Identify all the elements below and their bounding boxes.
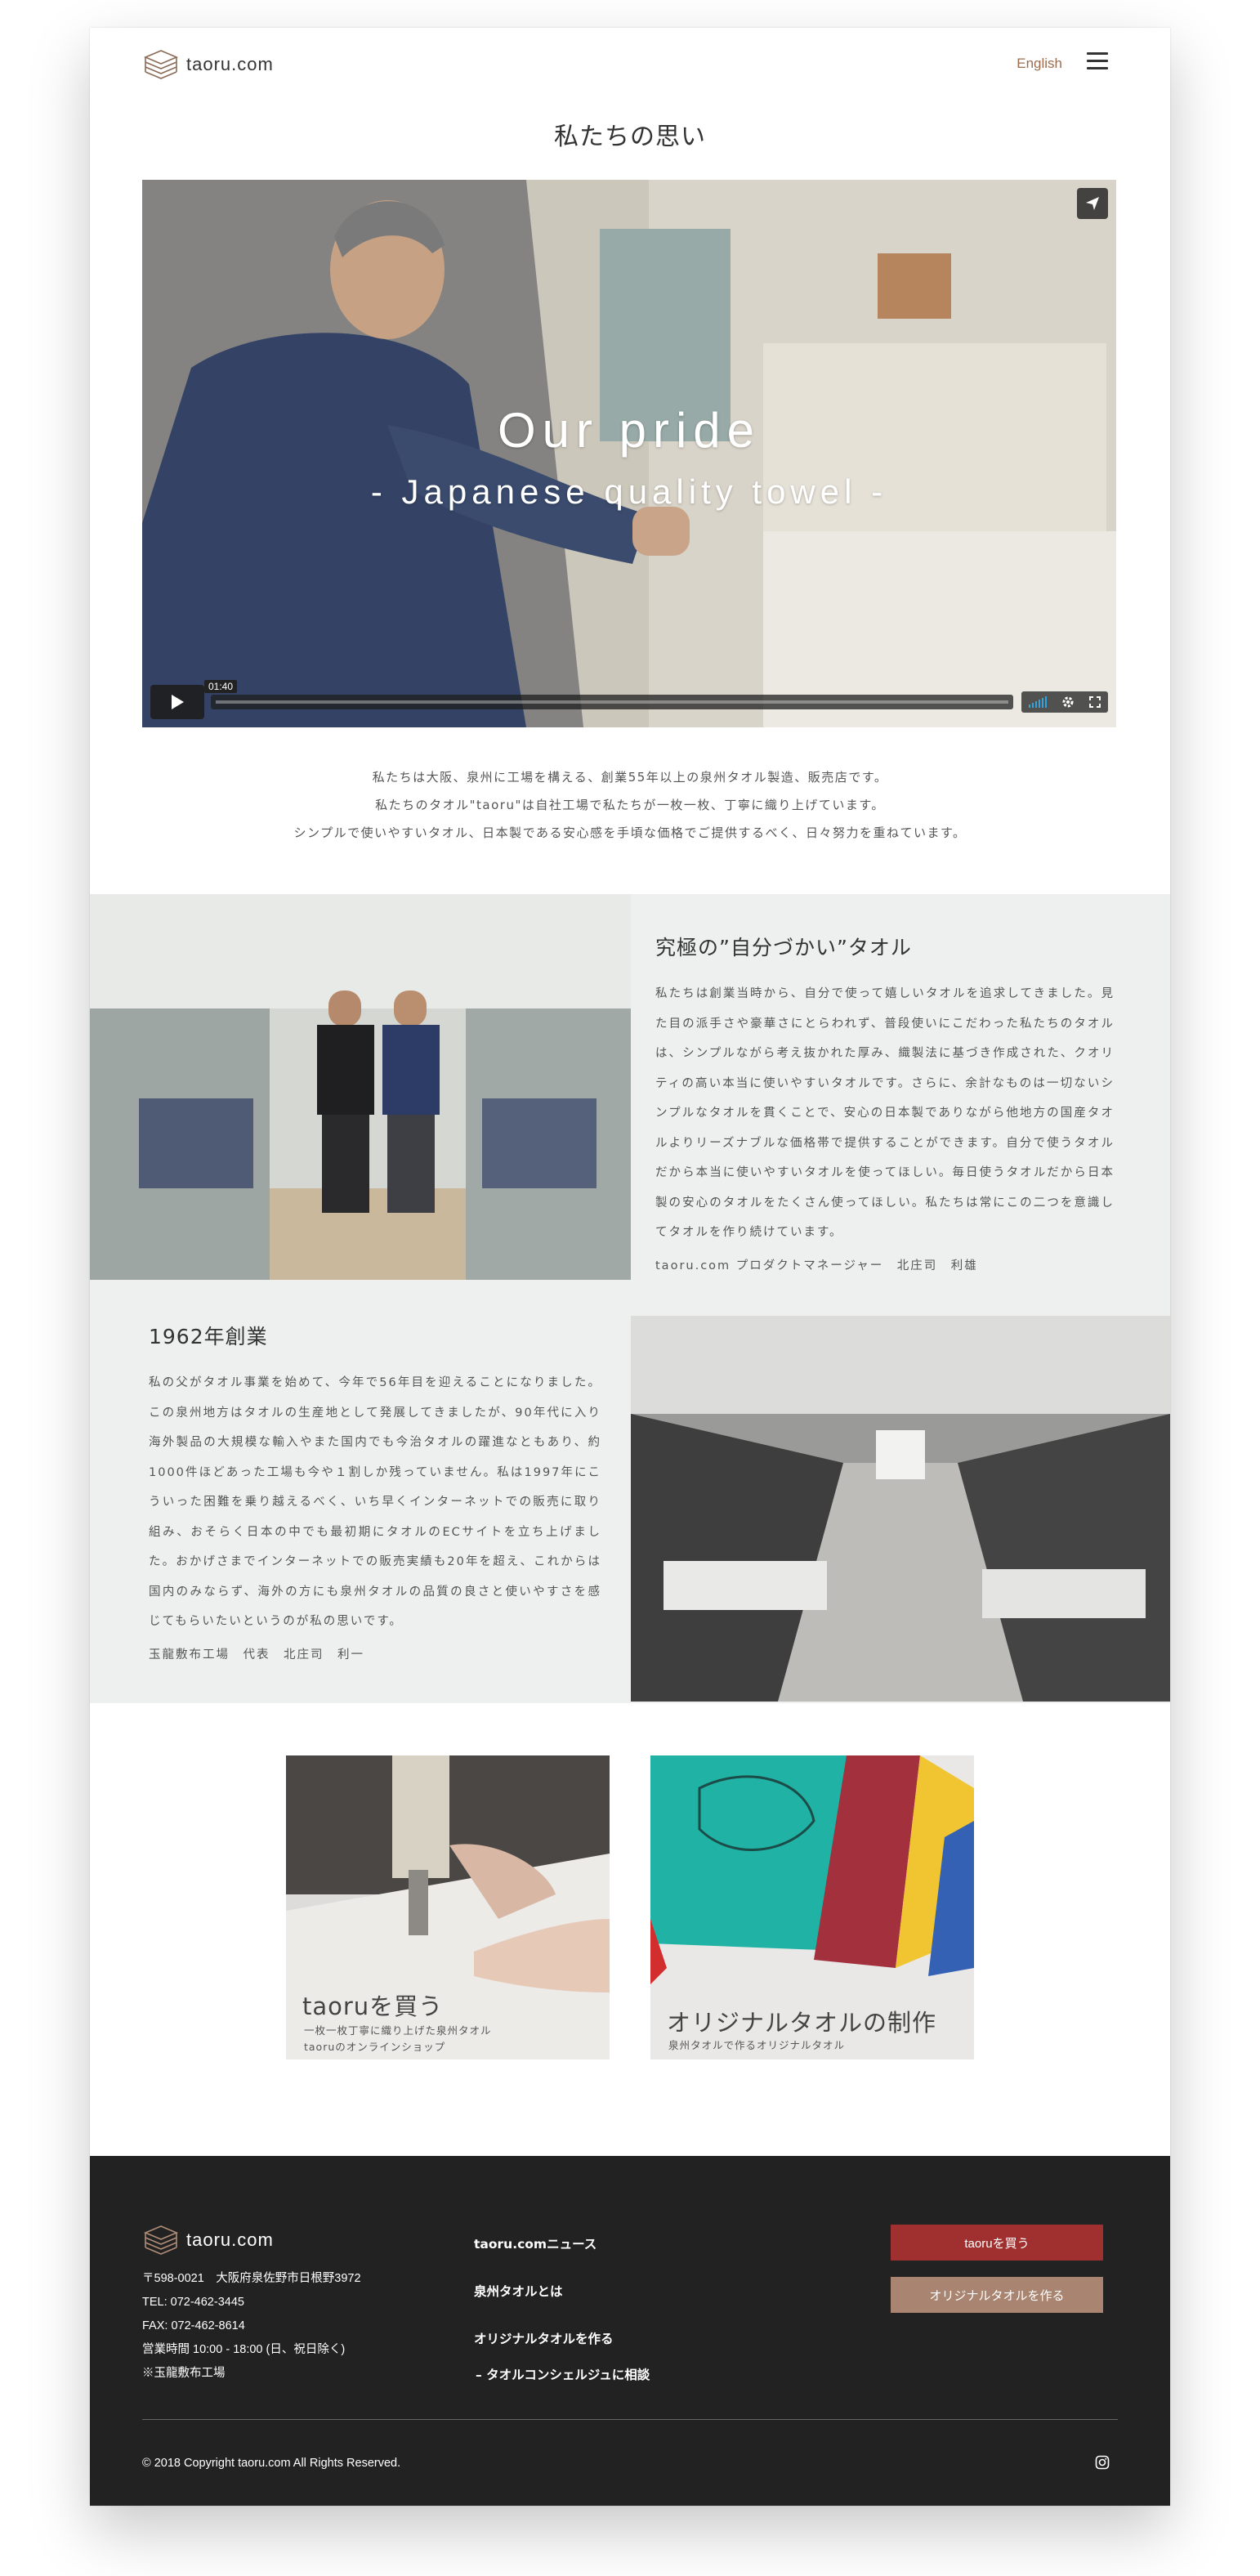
video-progress-bar[interactable] <box>211 695 1013 709</box>
play-icon <box>172 695 184 709</box>
fax-line: FAX: 072-462-8614 <box>142 2319 245 2332</box>
footer-link-about-senshu[interactable]: 泉州タオルとは <box>474 2282 650 2300</box>
vintage-factory-photo <box>631 1316 1170 1702</box>
logo-text: taoru.com <box>186 54 274 74</box>
intro-text: 私たちは大阪、泉州に工場を構える、創業55年以上の泉州タオル製造、販売店です。 … <box>90 763 1170 847</box>
instagram-icon[interactable] <box>1095 2455 1110 2470</box>
footer-link-concierge[interactable]: – タオルコンシェルジュに相談 <box>474 2365 650 2383</box>
page-title: 私たちの思い <box>554 123 706 151</box>
footer-nav: taoru.comニュース 泉州タオルとは オリジナルタオルを作る – タオルコ… <box>474 2234 650 2413</box>
footer-divider <box>142 2419 1118 2420</box>
footer-logo-text: taoru.com <box>186 2229 274 2250</box>
site-footer: taoru.com 〒598-0021 大阪府泉佐野市日根野3972 TEL: … <box>90 2156 1170 2506</box>
copyright: © 2018 Copyright taoru.com All Rights Re… <box>142 2457 401 2470</box>
make-original-towel-button[interactable]: オリジナルタオルを作る <box>891 2277 1103 2313</box>
section1-text: 究極の”自分づかい”タオル 私たちは創業当時から、自分で使って嬉しいタオルを追求… <box>655 932 1115 1273</box>
page: taoru.com English 私たちの思い Our pride - Jap… <box>90 28 1170 2506</box>
volume-icon[interactable] <box>1029 696 1047 708</box>
factory-staff-photo <box>90 894 631 1280</box>
buy-taoru-button[interactable]: taoruを買う <box>891 2225 1103 2261</box>
factory-line: ※玉龍敷布工場 <box>142 2367 226 2380</box>
address-line: 〒598-0021 大阪府泉佐野市日根野3972 <box>142 2272 361 2285</box>
section1-body: 私たちは創業当時から、自分で使って嬉しいタオルを追求してきました。見た目の派手さ… <box>655 987 1115 1239</box>
site-logo[interactable]: taoru.com <box>142 46 274 83</box>
video-player[interactable]: Our pride - Japanese quality towel - 01:… <box>142 180 1116 727</box>
english-link[interactable]: English <box>1016 56 1062 72</box>
footer-link-make-original[interactable]: オリジナルタオルを作る <box>474 2329 650 2347</box>
fullscreen-icon[interactable] <box>1089 696 1101 708</box>
link-cards: taoruを買う 一枚一枚丁寧に織り上げた泉州タオル taoruのオンラインショ… <box>90 1755 1170 2066</box>
video-subtitle: - Japanese quality towel - <box>370 472 888 511</box>
play-button[interactable] <box>150 685 204 719</box>
video-title: Our pride <box>497 403 762 458</box>
card-original-towel[interactable]: オリジナルタオルの制作 泉州タオルで作るオリジナルタオル <box>650 1755 974 2059</box>
card-title: オリジナルタオルの制作 <box>667 2009 937 2037</box>
footer-address: 〒598-0021 大阪府泉佐野市日根野3972 TEL: 072-462-34… <box>142 2267 361 2386</box>
video-time: 01:40 <box>204 680 238 693</box>
intro-line: 私たちのタオル"taoru"は自社工場で私たちが一枚一枚、丁寧に織り上げています… <box>375 798 885 812</box>
share-icon <box>1086 197 1099 210</box>
card-buy-taoru[interactable]: taoruを買う 一枚一枚丁寧に織り上げた泉州タオル taoruのオンラインショ… <box>286 1755 610 2059</box>
section2-title: 1962年創業 <box>149 1325 268 1348</box>
section1-title: 究極の”自分づかい”タオル <box>655 936 912 959</box>
tel-line: TEL: 072-462-3445 <box>142 2296 244 2309</box>
section-founded-1962: 1962年創業 私の父がタオル事業を始めて、今年で56年目を迎えることになりまし… <box>90 1280 1170 1703</box>
share-button[interactable] <box>1077 188 1108 219</box>
site-header: taoru.com English <box>90 28 1170 101</box>
section2-body: 私の父がタオル事業を始めて、今年で56年目を迎えることになりました。この泉州地方… <box>149 1376 601 1628</box>
intro-line: 私たちは大阪、泉州に工場を構える、創業55年以上の泉州タオル製造、販売店です。 <box>372 770 888 785</box>
section2-text: 1962年創業 私の父がタオル事業を始めて、今年で56年目を迎えることになりまし… <box>149 1321 601 1662</box>
settings-icon[interactable] <box>1061 695 1075 709</box>
card-title: taoruを買う <box>302 1992 444 2020</box>
progress-track <box>216 700 1008 704</box>
section-ultimate-towel: 究極の”自分づかい”タオル 私たちは創業当時から、自分で使って嬉しいタオルを追求… <box>90 894 1170 1280</box>
card-subtitle: 泉州タオルで作るオリジナルタオル <box>668 2039 846 2051</box>
footer-logo[interactable]: taoru.com <box>142 2221 274 2259</box>
card-subtitle: taoruのオンラインショップ <box>304 2041 446 2053</box>
logo-mark-icon <box>143 50 179 79</box>
section2-signature: 玉龍敷布工場 代表 北庄司 利一 <box>149 1648 364 1661</box>
video-right-controls <box>1021 691 1108 713</box>
intro-line: シンプルで使いやすいタオル、日本製である安心感を手頃な価格でご提供するべく、日々… <box>293 825 967 840</box>
logo-mark-icon <box>143 2225 179 2255</box>
menu-icon[interactable] <box>1087 52 1108 70</box>
card-subtitle: 一枚一枚丁寧に織り上げた泉州タオル <box>304 2024 492 2037</box>
section1-signature: taoru.com プロダクトマネージャー 北庄司 利雄 <box>655 1259 978 1272</box>
hours-line: 営業時間 10:00 - 18:00 (日、祝日除く) <box>142 2343 346 2356</box>
video-controls: 01:40 <box>150 680 1108 719</box>
footer-link-news[interactable]: taoru.comニュース <box>474 2234 650 2252</box>
